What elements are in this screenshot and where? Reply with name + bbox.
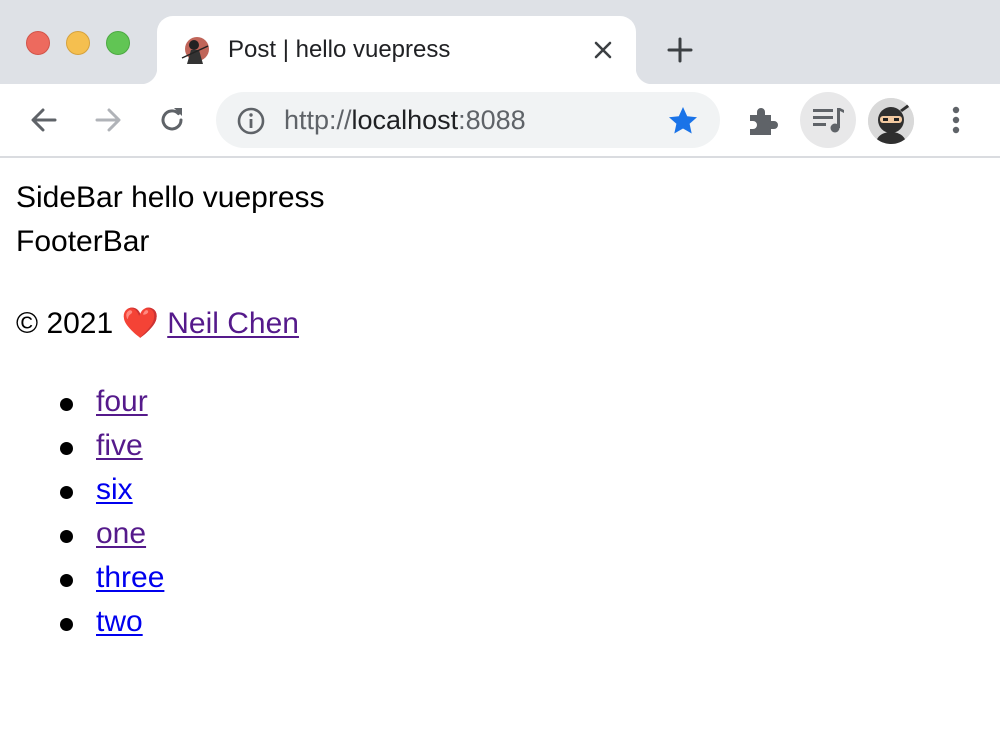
list-item: five: [60, 424, 986, 468]
copyright-line: © 2021 ❤️ Neil Chen: [16, 302, 986, 346]
page-content: SideBar hello vuepress FooterBar © 2021 …: [16, 176, 986, 644]
post-link-three[interactable]: three: [96, 561, 164, 594]
post-link-six[interactable]: six: [96, 473, 133, 506]
url-scheme: http://: [284, 105, 352, 135]
list-item: four: [60, 380, 986, 424]
footer-text: FooterBar: [16, 225, 150, 258]
tab-title: Post | hello vuepress: [228, 36, 451, 63]
list-item: one: [60, 512, 986, 556]
browser-toolbar: http://localhost:8088: [0, 84, 1000, 158]
address-bar[interactable]: http://localhost:8088: [216, 92, 720, 148]
kebab-menu-icon[interactable]: [940, 102, 972, 138]
star-icon[interactable]: [666, 104, 700, 138]
window-minimize-button[interactable]: [66, 31, 90, 55]
site-favicon-icon: [181, 37, 209, 64]
post-link-one[interactable]: one: [96, 517, 146, 550]
media-control-button[interactable]: [800, 92, 856, 148]
copyright-prefix: © 2021: [16, 307, 114, 340]
list-item: three: [60, 556, 986, 600]
url-text[interactable]: http://localhost:8088: [284, 105, 526, 136]
author-link[interactable]: Neil Chen: [167, 307, 299, 340]
media-control-icon: [813, 108, 844, 133]
close-tab-icon[interactable]: [589, 36, 617, 64]
list-item: two: [60, 600, 986, 644]
new-tab-icon[interactable]: [662, 32, 698, 68]
heart-icon: ❤️: [121, 307, 159, 340]
window-close-button[interactable]: [26, 31, 50, 55]
reload-icon[interactable]: [154, 102, 190, 138]
avatar[interactable]: [868, 98, 914, 144]
sidebar-text: SideBar hello vuepress: [16, 181, 325, 214]
window-maximize-button[interactable]: [106, 31, 130, 55]
post-link-list: four five six one three two: [16, 380, 986, 644]
url-port: :8088: [458, 105, 526, 135]
back-icon[interactable]: [26, 102, 62, 138]
puzzle-icon[interactable]: [744, 102, 782, 140]
tab-strip: Post | hello vuepress: [0, 0, 1000, 84]
url-host: localhost: [351, 105, 459, 135]
info-icon[interactable]: [236, 106, 266, 136]
post-link-two[interactable]: two: [96, 605, 143, 638]
post-link-four[interactable]: four: [96, 385, 148, 418]
post-link-five[interactable]: five: [96, 429, 143, 462]
list-item: six: [60, 468, 986, 512]
forward-icon[interactable]: [90, 102, 126, 138]
browser-tab[interactable]: Post | hello vuepress: [141, 16, 652, 84]
